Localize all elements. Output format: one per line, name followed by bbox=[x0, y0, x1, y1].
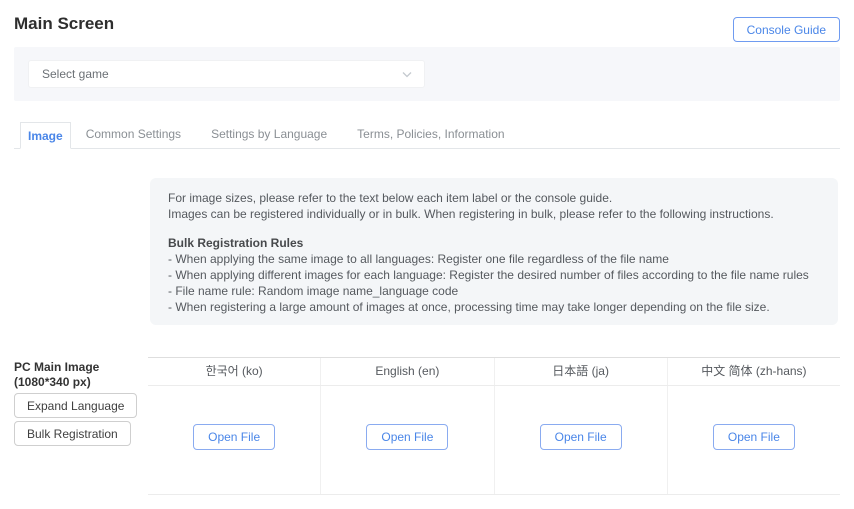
pc-main-image-label-line2: (1080*340 px) bbox=[14, 375, 99, 390]
expand-language-button[interactable]: Expand Language bbox=[14, 393, 137, 418]
bulk-rules-title: Bulk Registration Rules bbox=[168, 235, 820, 251]
tab-image[interactable]: Image bbox=[20, 122, 71, 149]
tab-bar: Image Common Settings Settings by Langua… bbox=[14, 121, 840, 149]
open-file-button-ja[interactable]: Open File bbox=[540, 424, 622, 450]
pc-main-image-label-line1: PC Main Image bbox=[14, 360, 99, 375]
game-select-panel: Select game bbox=[14, 47, 840, 101]
lang-header-en: English (en) bbox=[321, 358, 494, 385]
bulk-rule-4: - When registering a large amount of ima… bbox=[168, 299, 820, 315]
bulk-rule-1: - When applying the same image to all la… bbox=[168, 251, 820, 267]
page-title: Main Screen bbox=[14, 14, 114, 34]
lang-header-ko: 한국어 (ko) bbox=[148, 358, 321, 385]
info-line-1: For image sizes, please refer to the tex… bbox=[168, 190, 820, 206]
pc-main-image-label: PC Main Image (1080*340 px) bbox=[14, 360, 99, 390]
bulk-registration-button[interactable]: Bulk Registration bbox=[14, 421, 131, 446]
chevron-down-icon bbox=[402, 71, 412, 78]
lang-cell-en: Open File bbox=[321, 386, 494, 494]
open-file-button-en[interactable]: Open File bbox=[366, 424, 448, 450]
open-file-button-zh-hans[interactable]: Open File bbox=[713, 424, 795, 450]
lang-cell-ja: Open File bbox=[495, 386, 668, 494]
language-table-body-row: Open File Open File Open File Open File bbox=[148, 386, 840, 495]
main-screen-page: Main Screen Console Guide Select game Im… bbox=[0, 0, 854, 509]
info-line-2: Images can be registered individually or… bbox=[168, 206, 820, 222]
language-table-header-row: 한국어 (ko) English (en) 日本語 (ja) 中文 简体 (zh… bbox=[148, 357, 840, 386]
tab-terms-policies-information[interactable]: Terms, Policies, Information bbox=[342, 121, 519, 148]
lang-cell-zh-hans: Open File bbox=[668, 386, 840, 494]
lang-cell-ko: Open File bbox=[148, 386, 321, 494]
info-box: For image sizes, please refer to the tex… bbox=[150, 178, 838, 325]
game-select-dropdown[interactable]: Select game bbox=[28, 60, 425, 88]
tab-settings-by-language[interactable]: Settings by Language bbox=[196, 121, 342, 148]
bulk-rule-3: - File name rule: Random image name_lang… bbox=[168, 283, 820, 299]
tab-common-settings[interactable]: Common Settings bbox=[71, 121, 196, 148]
open-file-button-ko[interactable]: Open File bbox=[193, 424, 275, 450]
bulk-rule-2: - When applying different images for eac… bbox=[168, 267, 820, 283]
game-select-value: Select game bbox=[42, 67, 109, 81]
console-guide-button[interactable]: Console Guide bbox=[733, 17, 840, 42]
language-image-table: 한국어 (ko) English (en) 日本語 (ja) 中文 简体 (zh… bbox=[148, 357, 840, 495]
lang-header-zh-hans: 中文 简体 (zh-hans) bbox=[668, 358, 840, 385]
lang-header-ja: 日本語 (ja) bbox=[495, 358, 668, 385]
